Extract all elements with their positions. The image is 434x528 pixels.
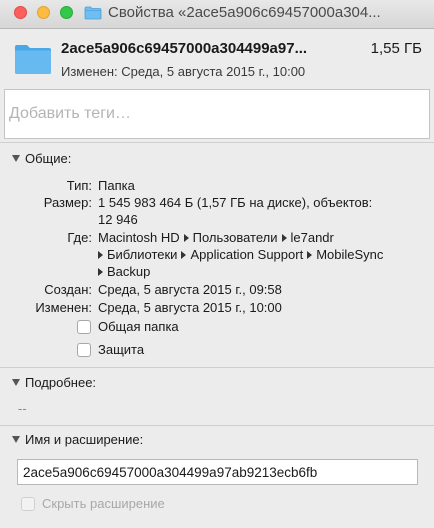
hide-extension-label: Скрыть расширение	[42, 496, 165, 511]
path-segment: Macintosh HD	[98, 230, 180, 245]
path-arrow-icon	[281, 233, 287, 242]
disclosure-down-icon	[12, 379, 20, 387]
section-general-toggle[interactable]: Общие:	[12, 151, 71, 166]
section-general-title: Общие:	[25, 151, 72, 166]
more-info-value: --	[18, 401, 27, 416]
locked-checkbox-row[interactable]: Защита	[77, 342, 144, 358]
modified-date: Изменен: Среда, 5 августа 2015 г., 10:00	[61, 64, 306, 79]
type-label: Тип:	[66, 178, 92, 193]
window-title: Свойства «2ace5a906c69457000a304...	[108, 4, 381, 21]
locked-label: Защита	[98, 342, 145, 357]
size-value: 1 545 983 464 Б (1,57 ГБ на диске), объе…	[98, 195, 373, 210]
file-name: 2ace5a906c69457000a304499a97...	[61, 40, 308, 57]
created-label: Создан:	[44, 282, 92, 297]
tags-input[interactable]	[4, 89, 430, 139]
info-header: 2ace5a906c69457000a304499a97... 1,55 ГБ …	[0, 29, 434, 87]
path-arrow-icon	[98, 267, 103, 276]
close-button[interactable]	[14, 6, 27, 19]
path-segment: Application Support	[190, 247, 304, 262]
where-path-line3: Backup	[94, 264, 150, 279]
where-label: Где:	[67, 230, 92, 245]
minimize-button[interactable]	[37, 6, 50, 19]
folder-icon	[84, 6, 102, 20]
section-more-info-title: Подробнее:	[25, 375, 97, 390]
path-segment: Пользователи	[192, 230, 278, 245]
type-value: Папка	[98, 178, 135, 193]
file-size: 1,55 ГБ	[370, 40, 422, 57]
modified-value: Среда, 5 августа 2015 г., 10:00	[98, 300, 282, 315]
path-arrow-icon	[307, 250, 313, 259]
path-segment: Библиотеки	[107, 247, 178, 262]
shared-folder-checkbox-row[interactable]: Общая папка	[77, 319, 179, 335]
created-value: Среда, 5 августа 2015 г., 09:58	[98, 282, 282, 297]
zoom-button[interactable]	[60, 6, 73, 19]
info-window: Свойства «2ace5a906c69457000a304... 2ace…	[0, 0, 434, 528]
where-path-line1: Macintosh HD Пользователи le7andr	[98, 230, 334, 245]
size-label: Размер:	[43, 195, 92, 210]
section-name-ext-toggle[interactable]: Имя и расширение:	[12, 432, 143, 447]
name-input[interactable]	[17, 459, 418, 485]
section-more-info-toggle[interactable]: Подробнее:	[12, 375, 96, 390]
size-value-cont: 12 946	[98, 212, 138, 227]
hide-extension-checkbox-row[interactable]: Скрыть расширение	[21, 496, 165, 512]
path-arrow-icon	[181, 250, 187, 259]
shared-folder-label: Общая папка	[98, 319, 179, 334]
path-arrow-icon	[98, 250, 103, 259]
title-bar[interactable]: Свойства «2ace5a906c69457000a304...	[0, 0, 434, 29]
locked-checkbox[interactable]	[77, 342, 91, 357]
modified-label: Изменен:	[35, 300, 92, 315]
shared-folder-checkbox[interactable]	[77, 319, 91, 334]
folder-icon	[15, 45, 51, 74]
divider	[0, 425, 434, 426]
where-path-line2: Библиотеки Application Support MobileSync	[94, 247, 383, 262]
divider	[0, 142, 434, 143]
section-name-ext-title: Имя и расширение:	[25, 432, 144, 447]
path-segment: MobileSync	[316, 247, 384, 262]
path-segment: Backup	[107, 264, 151, 279]
path-arrow-icon	[183, 233, 189, 242]
hide-extension-checkbox[interactable]	[21, 496, 35, 511]
disclosure-down-icon	[12, 155, 20, 163]
divider	[0, 367, 434, 368]
path-segment: le7andr	[290, 230, 334, 245]
disclosure-down-icon	[12, 436, 20, 444]
